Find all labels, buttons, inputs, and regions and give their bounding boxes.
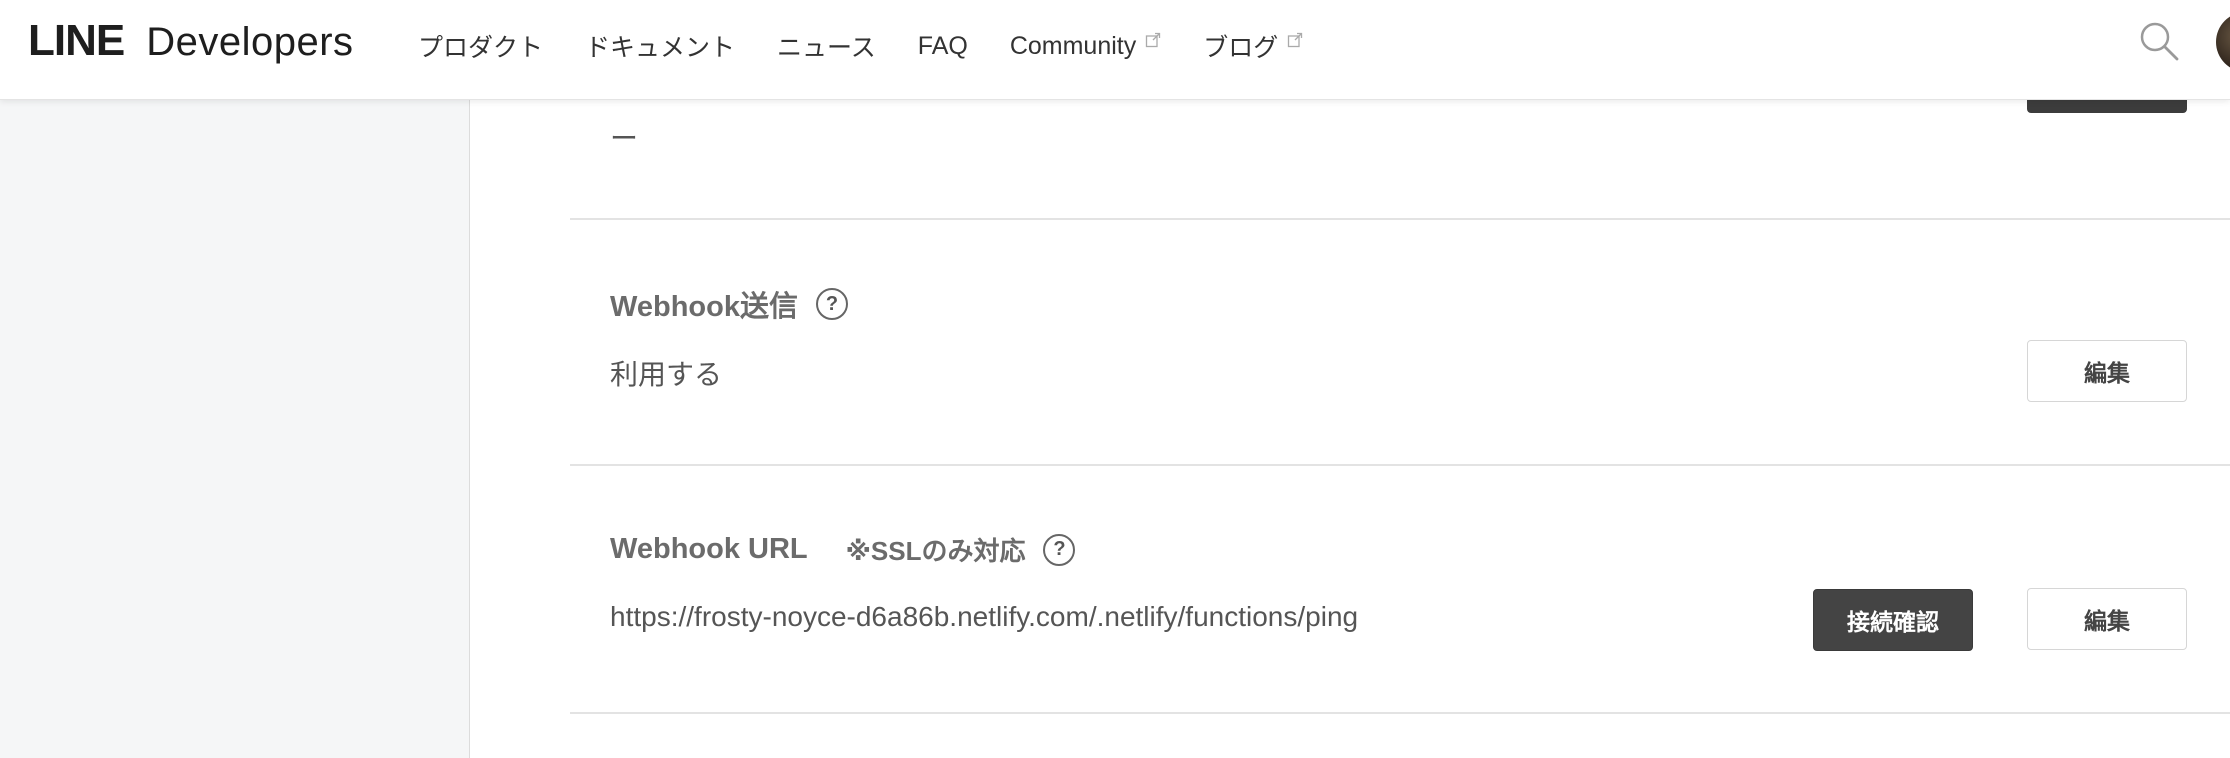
nav-label: プロダクト [418, 34, 544, 62]
settings-content: ー Webhook送信 ? 利用する 編集 Webhook URL ※SSLのみ… [470, 99, 2230, 758]
external-link-icon [1288, 32, 1303, 48]
webhook-url-title: Webhook URL ※SSLのみ対応 ? [610, 531, 1076, 568]
logo-developers-text: Developers [146, 20, 354, 64]
help-icon[interactable]: ? [815, 288, 848, 320]
nav-label: Community [1009, 31, 1137, 60]
nav-item-blog[interactable]: ブログ [1203, 28, 1303, 64]
nav-label: FAQ [917, 31, 968, 60]
nav-item-documents[interactable]: ドキュメント [585, 28, 735, 64]
sidebar [0, 99, 470, 758]
webhook-send-value: 利用する [610, 359, 723, 390]
nav-item-products[interactable]: プロダクト [418, 28, 543, 64]
nav-label: ブログ [1203, 34, 1279, 62]
webhook-send-edit-button[interactable]: 編集 [2027, 340, 2187, 402]
webhook-url-edit-button[interactable]: 編集 [2027, 588, 2187, 650]
help-icon[interactable]: ? [1043, 533, 1076, 566]
section-divider [570, 218, 2230, 220]
line-developers-logo[interactable]: LINE Developers [28, 16, 354, 68]
logo-line-text: LINE [28, 16, 125, 65]
webhook-url-title-text: Webhook URL [610, 533, 808, 565]
previous-section-button[interactable] [2027, 99, 2187, 113]
search-icon[interactable] [2138, 20, 2180, 62]
nav-label: ドキュメント [585, 34, 736, 62]
webhook-url-value: https://frosty-noyce-d6a86b.netlify.com/… [610, 601, 1359, 632]
nav-item-community[interactable]: Community [1010, 32, 1161, 61]
verify-connection-button[interactable]: 接続確認 [1813, 589, 1973, 651]
ssl-only-note: ※SSLのみ対応 [845, 536, 1026, 566]
user-avatar[interactable] [2216, 12, 2230, 72]
webhook-send-title: Webhook送信 ? [610, 283, 848, 325]
main-nav: プロダクト ドキュメント ニュース FAQ Community ブログ [418, 28, 1345, 64]
nav-label: ニュース [777, 34, 876, 62]
section-divider [570, 464, 2230, 466]
previous-section-value: ー [610, 123, 639, 154]
nav-item-news[interactable]: ニュース [777, 28, 876, 64]
external-link-icon [1146, 32, 1161, 48]
webhook-send-title-text: Webhook送信 [610, 291, 798, 323]
section-divider [570, 712, 2230, 714]
nav-item-faq[interactable]: FAQ [918, 32, 968, 61]
top-header: LINE Developers プロダクト ドキュメント ニュース FAQ Co… [0, 0, 2230, 100]
